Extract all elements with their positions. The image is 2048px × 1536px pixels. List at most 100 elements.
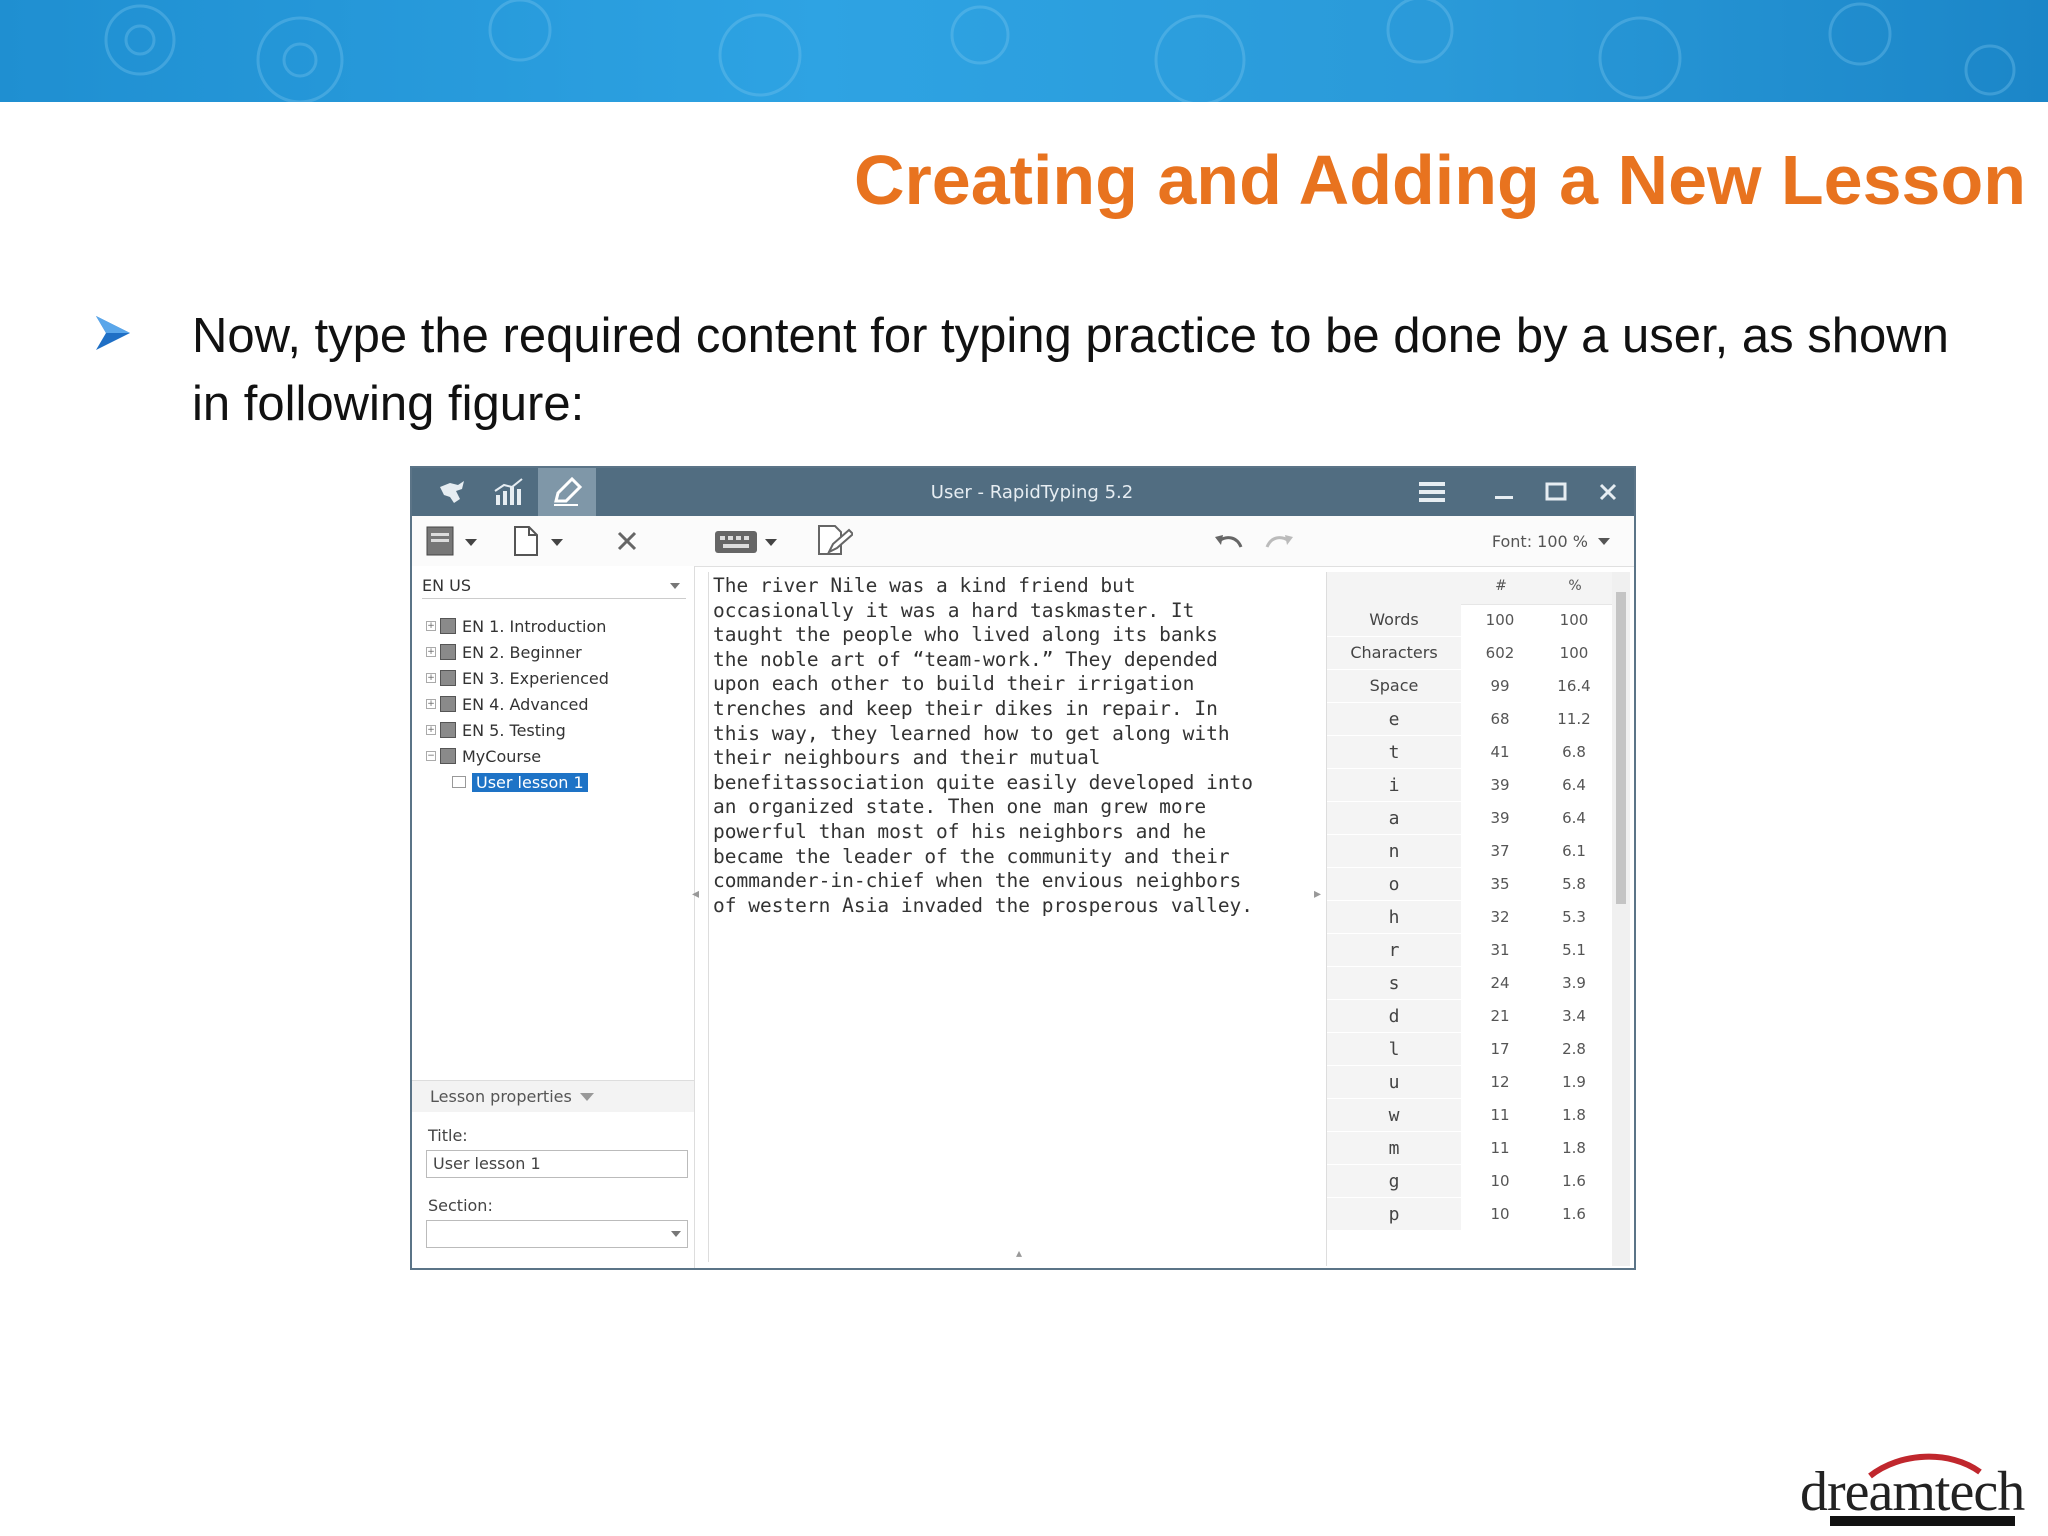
redo-icon xyxy=(1265,535,1293,548)
stat-label: g xyxy=(1388,1171,1400,1192)
stat-label: n xyxy=(1388,841,1400,862)
statistics-table: # % Words 100 100 Characters 602 100 Space 99 16… xyxy=(1326,572,1631,1266)
stat-label: u xyxy=(1388,1072,1400,1093)
stat-count: 68 xyxy=(1490,710,1510,728)
edit-text-button[interactable] xyxy=(814,524,854,558)
tree-item-en1[interactable]: + EN 1. Introduction xyxy=(426,614,606,638)
stat-percent: 6.4 xyxy=(1562,776,1586,794)
expand-icon[interactable]: + xyxy=(426,647,436,657)
book-icon xyxy=(440,748,456,764)
lesson-properties-header[interactable]: Lesson properties xyxy=(412,1080,694,1112)
new-document-icon xyxy=(514,526,563,556)
stat-count: 100 xyxy=(1485,611,1515,629)
language-select[interactable]: EN US xyxy=(422,574,686,599)
maximize-button[interactable] xyxy=(1536,474,1576,510)
statistics-scrollbar[interactable] xyxy=(1612,572,1630,1266)
expand-icon[interactable]: + xyxy=(426,725,436,735)
arrow-bullet-icon xyxy=(96,316,130,350)
tree-item-en4[interactable]: + EN 4. Advanced xyxy=(426,692,589,716)
delete-icon xyxy=(617,531,637,551)
stat-percent: 5.3 xyxy=(1562,908,1586,926)
stat-row: t 41 6.8 xyxy=(1327,736,1617,768)
stat-count: 39 xyxy=(1490,776,1510,794)
delete-button[interactable] xyxy=(612,524,642,558)
title-input[interactable]: User lesson 1 xyxy=(426,1150,688,1178)
stat-percent: 1.6 xyxy=(1562,1205,1586,1223)
stat-count: 37 xyxy=(1490,842,1510,860)
book-icon xyxy=(440,670,456,686)
redo-button[interactable] xyxy=(1262,524,1296,558)
pencil-icon xyxy=(554,477,583,506)
expand-icon[interactable]: + xyxy=(426,621,436,631)
tree-item-label: MyCourse xyxy=(462,746,542,766)
percent-column-header: % xyxy=(1568,578,1582,594)
stat-count: 10 xyxy=(1490,1172,1510,1190)
stat-count: 99 xyxy=(1490,677,1510,695)
menu-button[interactable] xyxy=(1412,474,1452,510)
stat-count: 24 xyxy=(1490,974,1510,992)
chevron-down-icon xyxy=(671,1231,681,1237)
tab-typing[interactable] xyxy=(422,468,480,516)
dreamtech-logo: dreamtech xyxy=(1800,1446,2025,1526)
undo-button[interactable] xyxy=(1212,524,1246,558)
stat-count: 12 xyxy=(1490,1073,1510,1091)
tree-item-en2[interactable]: + EN 2. Beginner xyxy=(426,640,582,664)
count-column-header: # xyxy=(1495,578,1507,594)
minimize-icon xyxy=(1495,496,1513,499)
book-icon xyxy=(440,722,456,738)
minimize-button[interactable] xyxy=(1484,474,1524,510)
tab-editor[interactable] xyxy=(538,468,596,516)
maximize-icon xyxy=(1545,482,1567,501)
stat-row: r 31 5.1 xyxy=(1327,934,1617,966)
stat-row: a 39 6.4 xyxy=(1327,802,1617,834)
stat-percent: 3.4 xyxy=(1562,1007,1586,1025)
logo-text: dreamtech xyxy=(1800,1461,2025,1523)
right-splitter-icon[interactable]: ▸ xyxy=(1314,886,1321,902)
stat-count: 39 xyxy=(1490,809,1510,827)
tab-statistics[interactable] xyxy=(480,468,538,516)
chevron-down-icon[interactable] xyxy=(1598,538,1610,545)
left-splitter-icon[interactable]: ◂ xyxy=(692,886,699,902)
expand-icon[interactable]: + xyxy=(426,699,436,709)
stat-count: 32 xyxy=(1490,908,1510,926)
collapse-icon[interactable] xyxy=(580,1093,594,1101)
stat-percent: 100 xyxy=(1559,644,1589,662)
stat-label: a xyxy=(1388,808,1400,829)
stat-percent: 11.2 xyxy=(1557,710,1591,728)
scrollbar-thumb[interactable] xyxy=(1616,592,1626,904)
stat-row: Space 99 16.4 xyxy=(1327,670,1617,702)
stat-percent: 2.8 xyxy=(1562,1040,1586,1058)
stat-percent: 1.6 xyxy=(1562,1172,1586,1190)
book-icon xyxy=(426,526,477,556)
tree-item-mycourse[interactable]: − MyCourse xyxy=(426,744,541,768)
kangaroo-icon xyxy=(440,481,464,503)
new-lesson-button[interactable] xyxy=(508,524,570,558)
font-zoom-select[interactable]: Font: 100 % xyxy=(1492,532,1588,551)
stat-label: p xyxy=(1388,1204,1400,1225)
stat-count: 602 xyxy=(1485,644,1515,662)
stat-row: g 10 1.6 xyxy=(1327,1165,1617,1197)
expand-icon[interactable]: + xyxy=(426,673,436,683)
tree-item-user-lesson[interactable]: User lesson 1 xyxy=(452,770,588,794)
stat-count: 21 xyxy=(1490,1007,1510,1025)
section-select[interactable] xyxy=(426,1220,688,1248)
lesson-text-editor[interactable]: The river Nile was a kind friend but occ… xyxy=(708,572,1308,1262)
stat-percent: 1.8 xyxy=(1562,1139,1586,1157)
stat-label: r xyxy=(1388,940,1400,961)
keyboard-layout-button[interactable] xyxy=(712,524,782,558)
tree-item-en3[interactable]: + EN 3. Experienced xyxy=(426,666,609,690)
stat-percent: 1.9 xyxy=(1562,1073,1586,1091)
collapse-icon[interactable]: − xyxy=(426,751,436,761)
logo-bar xyxy=(1830,1516,2015,1526)
lesson-icon xyxy=(452,776,466,788)
stat-percent: 1.8 xyxy=(1562,1106,1586,1124)
bottom-splitter-icon[interactable]: ▴ xyxy=(1016,1246,1022,1260)
tree-item-label: EN 4. Advanced xyxy=(462,694,589,714)
bullet-text: Now, type the required content for typin… xyxy=(192,309,1949,431)
tree-item-en5[interactable]: + EN 5. Testing xyxy=(426,718,566,742)
stat-label: t xyxy=(1388,742,1400,763)
book-icon xyxy=(440,696,456,712)
course-button[interactable] xyxy=(424,524,482,558)
stat-row: o 35 5.8 xyxy=(1327,868,1617,900)
close-button[interactable] xyxy=(1588,474,1628,510)
